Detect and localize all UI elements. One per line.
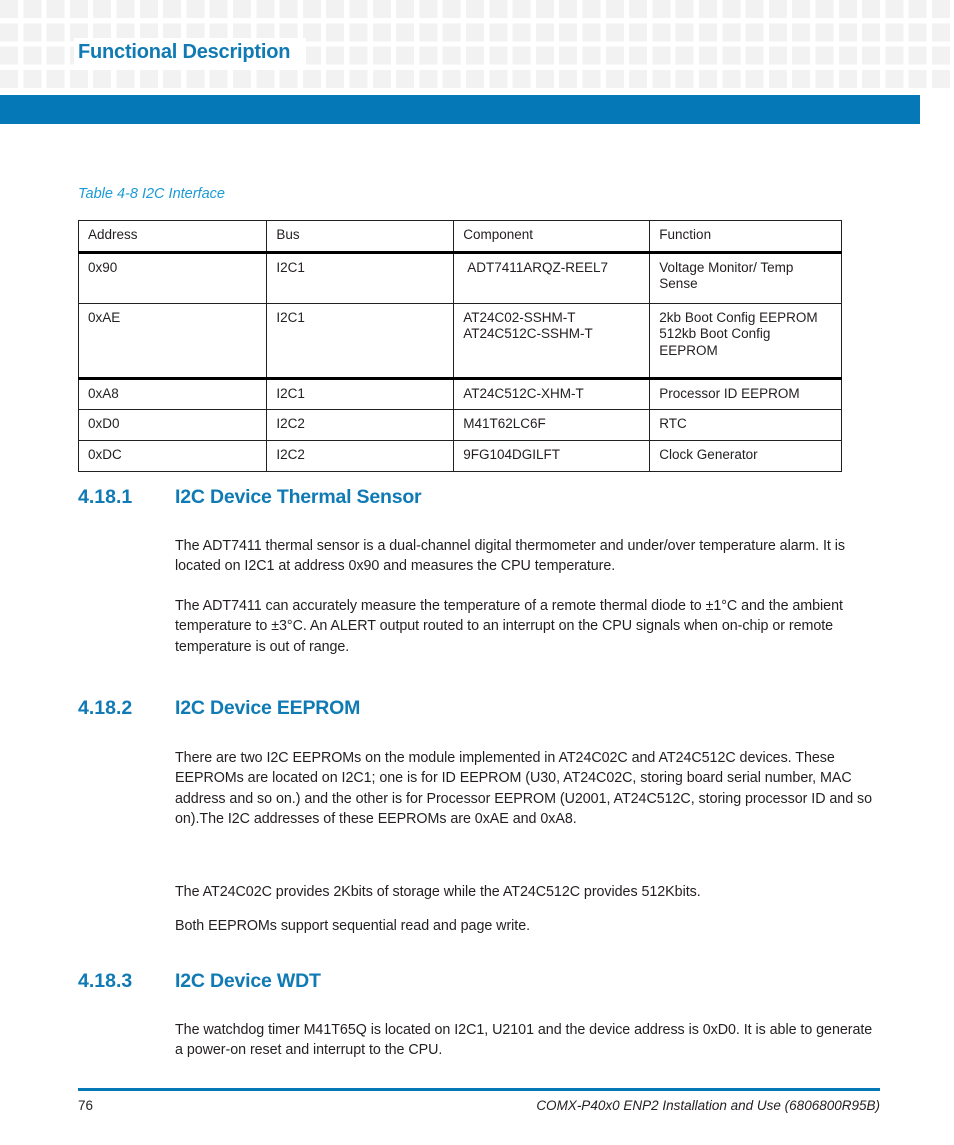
table-column-header-address: Address (77, 220, 268, 254)
section-title: I2C Device EEPROM (175, 697, 361, 719)
cell-address: 0xD0 (77, 409, 268, 442)
table-row: 0xAE I2C1 AT24C02-SSHM-T AT24C512C-SSHM-… (77, 302, 842, 379)
paragraph: The AT24C02C provides 2Kbits of storage … (175, 884, 701, 900)
cell-bus: I2C1 (266, 251, 455, 304)
cell-component: M41T62LC6F (453, 409, 651, 442)
cell-component-line: AT24C512C-SSHM-T (463, 326, 593, 342)
cell-function: Voltage Monitor/ Temp Sense (649, 251, 842, 304)
paragraph: The ADT7411 can accurately measure the t… (175, 598, 843, 655)
cell-function-line: 2kb Boot Config EEPROM (659, 309, 818, 325)
footer-document-title: COMX-P40x0 ENP2 Installation and Use (68… (536, 1098, 880, 1113)
section-number: 4.18.2 (78, 697, 133, 719)
i2c-interface-table: Address Bus Component Function 0x90 I2C1… (77, 220, 842, 472)
section-heading-4-18-1: 4.18.1 I2C Device Thermal Sensor (78, 486, 878, 509)
cell-address: 0xDC (77, 440, 268, 472)
table-row: 0xA8 I2C1 AT24C512C-XHM-T Processor ID E… (77, 376, 842, 411)
header-accent-bar (0, 95, 920, 124)
table-header-row: Address Bus Component Function (77, 220, 842, 254)
footer-rule (78, 1088, 880, 1091)
section-number: 4.18.3 (78, 970, 133, 992)
cell-component: AT24C02-SSHM-T AT24C512C-SSHM-T (453, 302, 651, 379)
page-header-band: Functional Description (0, 0, 954, 92)
table-caption: Table 4-8 I2C Interface (78, 186, 225, 202)
cell-component: ADT7411ARQZ-REEL7 (453, 251, 651, 304)
table-row: 0xDC I2C2 9FG104DGILFT Clock Generator (77, 440, 842, 472)
cell-address: 0xAE (77, 302, 268, 379)
cell-address: 0xA8 (77, 376, 268, 411)
section-number: 4.18.1 (78, 486, 133, 508)
cell-bus: I2C1 (266, 376, 455, 411)
table-column-header-function: Function (649, 220, 842, 254)
paragraph: The ADT7411 thermal sensor is a dual-cha… (175, 538, 846, 575)
section-heading-4-18-3: 4.18.3 I2C Device WDT (78, 970, 878, 993)
cell-function-line: EEPROM (659, 343, 718, 359)
cell-component: AT24C512C-XHM-T (453, 376, 651, 411)
cell-bus: I2C2 (266, 440, 455, 472)
table-row: 0xD0 I2C2 M41T62LC6F RTC (77, 409, 842, 442)
cell-function: Processor ID EEPROM (649, 376, 842, 411)
table-column-header-component: Component (453, 220, 651, 254)
header-grey-wedge (0, 128, 954, 160)
cell-function: RTC (649, 409, 842, 442)
table-row: 0x90 I2C1 ADT7411ARQZ-REEL7 Voltage Moni… (77, 251, 842, 304)
cell-function-line: 512kb Boot Config (659, 326, 771, 342)
cell-function: 2kb Boot Config EEPROM 512kb Boot Config… (649, 302, 842, 379)
cell-bus: I2C1 (266, 302, 455, 379)
paragraph: The watchdog timer M41T65Q is located on… (175, 1022, 873, 1059)
table-column-header-bus: Bus (266, 220, 455, 254)
paragraph: Both EEPROMs support sequential read and… (175, 918, 531, 934)
page-header-title: Functional Description (78, 41, 291, 63)
cell-address: 0x90 (77, 251, 268, 304)
section-title: I2C Device WDT (175, 970, 321, 992)
section-heading-4-18-2: 4.18.2 I2C Device EEPROM (78, 697, 878, 720)
cell-function: Clock Generator (649, 440, 842, 472)
cell-component-line: AT24C02-SSHM-T (463, 309, 576, 325)
cell-bus: I2C2 (266, 409, 455, 442)
section-title: I2C Device Thermal Sensor (175, 486, 422, 508)
paragraph: There are two I2C EEPROMs on the module … (175, 750, 873, 828)
cell-component: 9FG104DGILFT (453, 440, 651, 472)
